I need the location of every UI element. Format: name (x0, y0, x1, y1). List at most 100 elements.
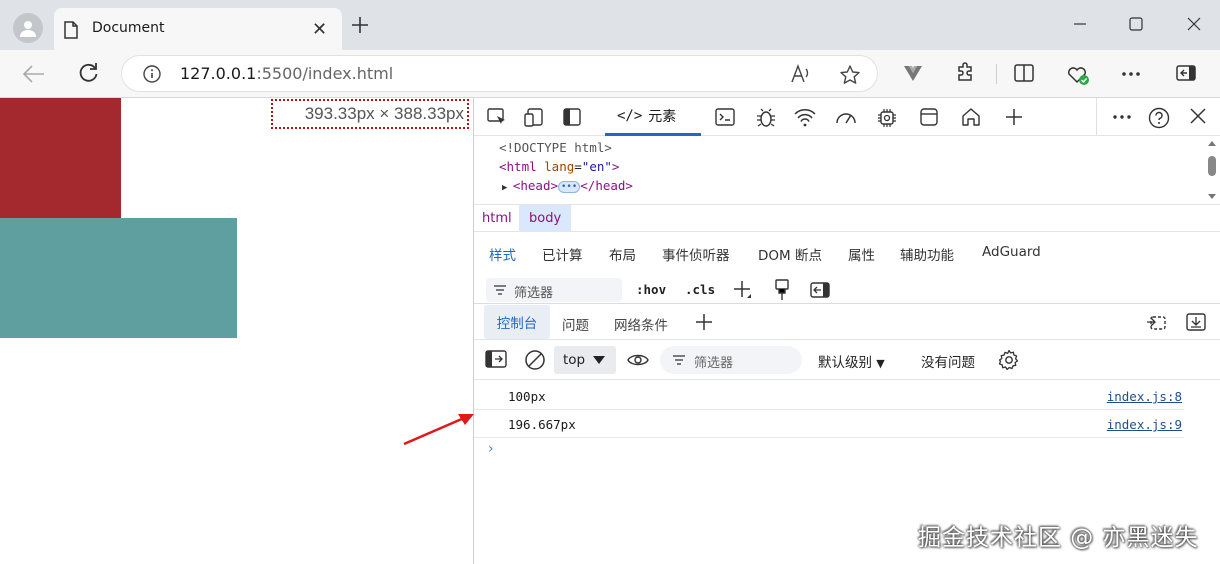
window-close-icon[interactable] (1185, 15, 1203, 33)
add-drawer-tab-icon[interactable] (695, 313, 713, 331)
dom-tree: <!DOCTYPE html> <html lang="en"> ▶ <head… (474, 136, 1206, 202)
styles-filter-row: 筛选器 :hov .cls (474, 274, 1220, 302)
new-tab-icon[interactable] (350, 15, 370, 35)
annotation-arrow-icon (403, 414, 474, 446)
filter-icon (673, 355, 685, 365)
red-box (0, 98, 121, 218)
browser-tab[interactable]: Document ✕ (54, 8, 342, 52)
console-log-row: 100px index.js:8 (474, 382, 1184, 410)
minimize-icon[interactable] (1072, 16, 1088, 32)
console-filter-input[interactable]: 筛选器 (660, 346, 802, 374)
collapse-drawer-icon[interactable] (1185, 312, 1207, 332)
styles-tab-bar: 样式 已计算 布局 事件侦听器 DOM 断点 属性 辅助功能 AdGuard (474, 236, 1220, 268)
toggle-sidebar-icon[interactable] (810, 281, 830, 299)
browser-essentials-heart-icon[interactable] (1065, 62, 1091, 88)
devtools-toolbar: </> 元素 (474, 98, 1220, 136)
tab-console[interactable]: 控制台 (484, 305, 550, 339)
watermark: 掘金技术社区 @ 亦黑迷失 (918, 525, 1199, 551)
document-icon (64, 21, 78, 39)
dom-head-node[interactable]: ▶ <head> ••• </head> (502, 178, 633, 193)
context-selector[interactable]: top (554, 346, 616, 374)
inspect-element-icon[interactable] (486, 107, 508, 127)
reload-icon[interactable] (77, 62, 99, 84)
hov-toggle[interactable]: :hov (636, 282, 666, 297)
profile-avatar-icon[interactable] (13, 13, 43, 43)
cls-toggle[interactable]: .cls (685, 282, 715, 297)
console-log-row: 196.667px index.js:9 (474, 410, 1184, 438)
teal-box (0, 218, 237, 338)
sidebar-toggle-icon[interactable] (1175, 62, 1197, 84)
clear-console-icon[interactable] (524, 349, 546, 371)
filter-icon (494, 285, 506, 295)
live-expression-eye-icon[interactable] (627, 352, 649, 368)
url-text[interactable]: 127.0.0.1:5500/index.html (180, 64, 393, 83)
favorite-star-icon[interactable] (839, 64, 861, 86)
viewport-dimension-label: 393.33px × 388.33px (271, 99, 469, 129)
log-message: 100px (508, 389, 546, 404)
dock-side-icon[interactable] (562, 107, 582, 127)
tab-network-conditions[interactable]: 网络条件 (614, 314, 668, 334)
tab-event-listeners[interactable]: 事件侦听器 (662, 244, 730, 264)
extensions-puzzle-icon[interactable] (955, 62, 977, 84)
console-tab-icon[interactable] (714, 107, 736, 127)
collapsed-ellipsis-icon[interactable]: ••• (558, 180, 581, 193)
tab-styles[interactable]: 样式 (489, 244, 516, 264)
dom-doctype[interactable]: <!DOCTYPE html> (499, 140, 612, 155)
tab-accessibility[interactable]: 辅助功能 (900, 244, 954, 264)
console-settings-gear-icon[interactable] (998, 349, 1020, 371)
devtools-panel: </> 元素 <!DOCTYPE html> <html lang="en"> … (473, 98, 1220, 564)
new-style-rule-icon[interactable] (733, 280, 753, 300)
devtools-more-icon[interactable] (1112, 114, 1132, 120)
paint-brush-icon[interactable] (774, 279, 790, 301)
dom-html-node[interactable]: <html lang="en"> (499, 159, 619, 174)
move-to-top-icon[interactable] (1145, 312, 1167, 332)
console-toolbar: top 筛选器 默认级别 ▼ 没有问题 (474, 340, 1220, 380)
network-wifi-icon[interactable] (793, 107, 817, 127)
log-source-link[interactable]: index.js:8 (1107, 389, 1182, 404)
tab-computed[interactable]: 已计算 (542, 244, 583, 264)
log-message: 196.667px (508, 417, 576, 432)
application-panel-icon[interactable] (919, 107, 939, 127)
tab-dom-breakpoints[interactable]: DOM 断点 (758, 244, 822, 264)
breadcrumb-html[interactable]: html (482, 211, 512, 226)
page-viewport: 393.33px × 388.33px (0, 98, 473, 564)
tab-adguard[interactable]: AdGuard (982, 244, 1041, 260)
tab-close-icon[interactable]: ✕ (312, 19, 327, 40)
breadcrumb: html body (474, 204, 1220, 232)
log-source-link[interactable]: index.js:9 (1107, 417, 1182, 432)
toolbar-divider (996, 64, 997, 84)
device-emulation-icon[interactable] (524, 107, 546, 127)
tab-properties[interactable]: 属性 (848, 244, 875, 264)
code-brackets-icon: </> (617, 107, 643, 124)
more-options-icon[interactable] (1121, 71, 1141, 77)
welcome-home-icon[interactable] (960, 107, 982, 127)
dom-scrollbar[interactable] (1206, 138, 1218, 204)
tab-title: Document (92, 20, 165, 36)
performance-gauge-icon[interactable] (834, 107, 858, 127)
devtools-close-icon[interactable] (1189, 107, 1207, 125)
console-prompt[interactable]: › (488, 441, 494, 457)
help-icon[interactable] (1148, 107, 1170, 129)
chevron-down-icon (593, 356, 606, 364)
tab-elements[interactable]: </> 元素 (605, 98, 701, 136)
show-console-sidebar-icon[interactable] (485, 350, 507, 368)
sources-bug-icon[interactable] (755, 107, 777, 129)
split-screen-icon[interactable] (1013, 62, 1035, 84)
navigation-bar: 127.0.0.1:5500/index.html (0, 50, 1220, 98)
styles-filter-input[interactable]: 筛选器 (486, 278, 622, 302)
tab-layout[interactable]: 布局 (609, 244, 636, 264)
log-levels-dropdown[interactable]: 默认级别 ▼ (818, 351, 885, 371)
title-bar: Document ✕ (0, 0, 1220, 52)
vue-devtools-extension-icon[interactable] (902, 62, 924, 84)
more-tools-plus-icon[interactable] (1004, 107, 1024, 127)
maximize-icon[interactable] (1128, 16, 1144, 32)
issues-counter[interactable]: 没有问题 (921, 351, 975, 371)
read-aloud-icon[interactable] (790, 64, 812, 84)
memory-chip-icon[interactable] (876, 107, 898, 129)
address-bar[interactable]: 127.0.0.1:5500/index.html (121, 55, 878, 92)
back-icon[interactable] (22, 63, 46, 85)
tab-issues[interactable]: 问题 (562, 314, 589, 334)
toolbar-divider (1096, 98, 1097, 136)
site-info-icon[interactable] (143, 65, 161, 83)
breadcrumb-body[interactable]: body (519, 205, 572, 232)
